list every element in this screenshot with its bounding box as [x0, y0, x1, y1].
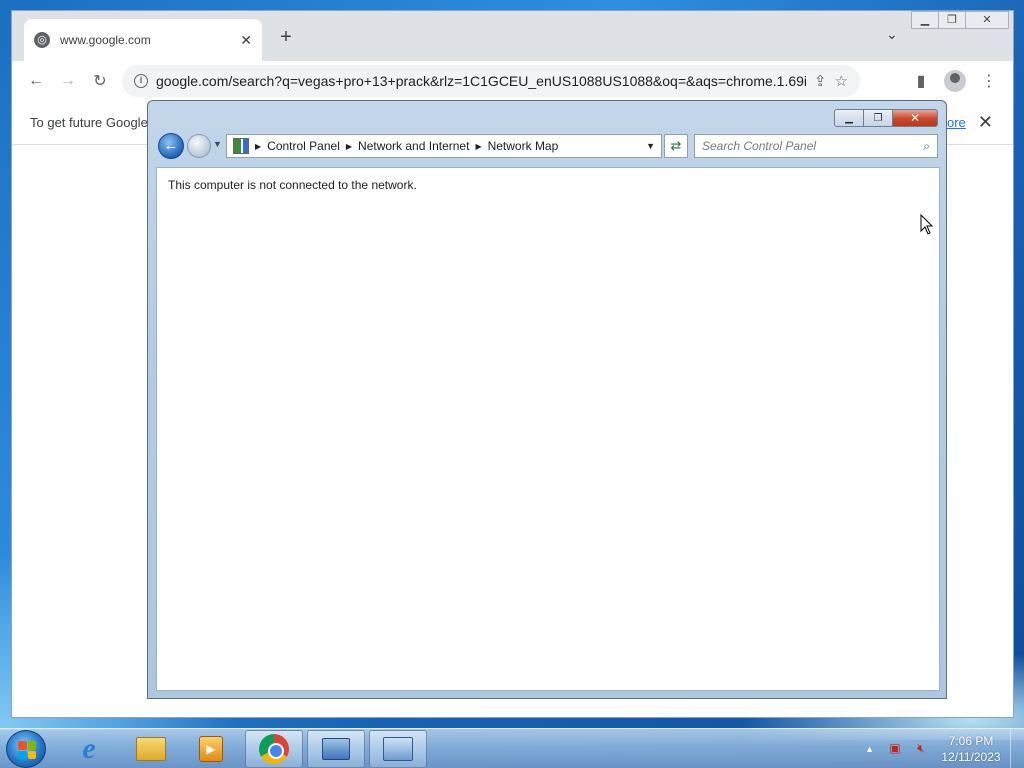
- taskbar-file-explorer[interactable]: [122, 730, 180, 768]
- search-box[interactable]: ⌕: [694, 134, 938, 158]
- keyboard-icon: [322, 738, 350, 760]
- control-panel-icon: [233, 138, 249, 154]
- tab-search-chevron-icon[interactable]: ⌄: [886, 26, 898, 43]
- infobar-message: To get future Google: [30, 115, 148, 130]
- url-text[interactable]: google.com/search?q=vegas+pro+13+prack&r…: [156, 73, 806, 89]
- clock[interactable]: 7:06 PM 12/11/2023: [938, 733, 1004, 765]
- globe-icon: ◎: [34, 32, 50, 48]
- control-panel-taskbar-icon: [383, 737, 413, 761]
- explorer-address-bar[interactable]: ▶ Control Panel ▶ Network and Internet ▶…: [226, 134, 662, 158]
- search-icon[interactable]: ⌕: [923, 139, 930, 154]
- show-desktop-button[interactable]: [1010, 729, 1024, 768]
- taskbar-chrome[interactable]: [245, 730, 303, 768]
- minimize-button[interactable]: ▁: [911, 11, 939, 29]
- share-icon[interactable]: ⇪: [814, 72, 827, 90]
- side-panel-icon[interactable]: ▮: [905, 65, 937, 97]
- refresh-icon[interactable]: ⇄: [664, 134, 688, 158]
- tab-close-icon[interactable]: ✕: [240, 32, 252, 49]
- back-arrow-icon[interactable]: ←: [20, 65, 52, 97]
- taskbar: e ▶ ▲ ▣ 🔇︎ 7:06 PM 12/11/2023: [0, 728, 1024, 768]
- browser-tab[interactable]: ◎ www.google.com ✕: [24, 19, 262, 61]
- taskbar-keyboard-app[interactable]: [307, 730, 365, 768]
- reload-icon[interactable]: ↻: [84, 65, 116, 97]
- volume-muted-icon[interactable]: 🔇︎: [912, 741, 930, 757]
- maximize-button[interactable]: ❐: [938, 11, 966, 29]
- explorer-maximize-button[interactable]: ❐: [863, 109, 893, 127]
- internet-explorer-icon: e: [82, 732, 96, 765]
- recent-pages-chevron-icon[interactable]: ▼: [213, 139, 222, 149]
- bookmark-star-icon[interactable]: ☆: [835, 72, 848, 90]
- folder-icon: [136, 737, 166, 761]
- site-info-icon[interactable]: i: [134, 74, 148, 88]
- new-tab-button[interactable]: +: [274, 25, 298, 49]
- control-panel-window: ▁ ❐ ✕ ← ▼ ▶ Control Panel ▶ Network and …: [147, 100, 947, 699]
- breadcrumb-network-map[interactable]: Network Map: [488, 139, 559, 153]
- network-disconnected-icon[interactable]: ▣: [886, 741, 904, 757]
- forward-arrow-icon[interactable]: →: [52, 65, 84, 97]
- close-button[interactable]: ✕: [965, 11, 1009, 29]
- explorer-window-controls: ▁ ❐ ✕: [834, 109, 938, 127]
- address-dropdown-icon[interactable]: ▼: [646, 141, 655, 151]
- clock-time: 7:06 PM: [948, 734, 994, 748]
- system-tray: ▲ ▣ 🔇︎ 7:06 PM 12/11/2023: [865, 729, 1024, 768]
- explorer-back-button[interactable]: ←: [158, 133, 184, 159]
- chrome-tab-strip: ◎ www.google.com ✕ + ⌄ ▁ ❐ ✕: [12, 11, 1013, 61]
- start-button[interactable]: [6, 730, 46, 768]
- network-status-message: This computer is not connected to the ne…: [168, 178, 417, 192]
- explorer-navigation-bar: ← ▼ ▶ Control Panel ▶ Network and Intern…: [156, 133, 940, 161]
- tab-title: www.google.com: [60, 33, 151, 47]
- infobar-link[interactable]: ore: [947, 115, 966, 130]
- avatar-icon: [944, 70, 966, 92]
- chrome-window-controls: ▁ ❐ ✕: [911, 11, 1009, 29]
- toolbar-right-icons: ▮ ⋮: [905, 65, 1005, 97]
- search-input[interactable]: [702, 139, 924, 153]
- chrome-icon: [259, 734, 289, 764]
- explorer-minimize-button[interactable]: ▁: [834, 109, 864, 127]
- chrome-toolbar: ← → ↻ i google.com/search?q=vegas+pro+13…: [12, 61, 1013, 101]
- network-map-content: This computer is not connected to the ne…: [156, 167, 940, 691]
- taskbar-media-player[interactable]: ▶: [182, 730, 240, 768]
- breadcrumb-control-panel[interactable]: Control Panel: [267, 139, 340, 153]
- infobar-close-icon[interactable]: ✕: [978, 112, 993, 133]
- show-hidden-icons-chevron-icon[interactable]: ▲: [865, 744, 874, 754]
- media-player-icon: ▶: [199, 736, 223, 762]
- breadcrumb-separator-icon[interactable]: ▶: [346, 142, 352, 151]
- breadcrumb-separator-icon[interactable]: ▶: [475, 142, 481, 151]
- clock-date: 12/11/2023: [941, 750, 1001, 764]
- windows-logo-icon: [18, 741, 36, 759]
- breadcrumb-network-and-internet[interactable]: Network and Internet: [358, 139, 469, 153]
- explorer-close-button[interactable]: ✕: [892, 109, 938, 127]
- taskbar-internet-explorer[interactable]: e: [60, 730, 118, 768]
- explorer-forward-button[interactable]: [187, 134, 211, 158]
- menu-dots-icon[interactable]: ⋮: [973, 65, 1005, 97]
- taskbar-control-panel[interactable]: [369, 730, 427, 768]
- breadcrumb-separator-icon[interactable]: ▶: [255, 142, 261, 151]
- profile-button[interactable]: [939, 65, 971, 97]
- address-bar[interactable]: i google.com/search?q=vegas+pro+13+prack…: [122, 65, 860, 97]
